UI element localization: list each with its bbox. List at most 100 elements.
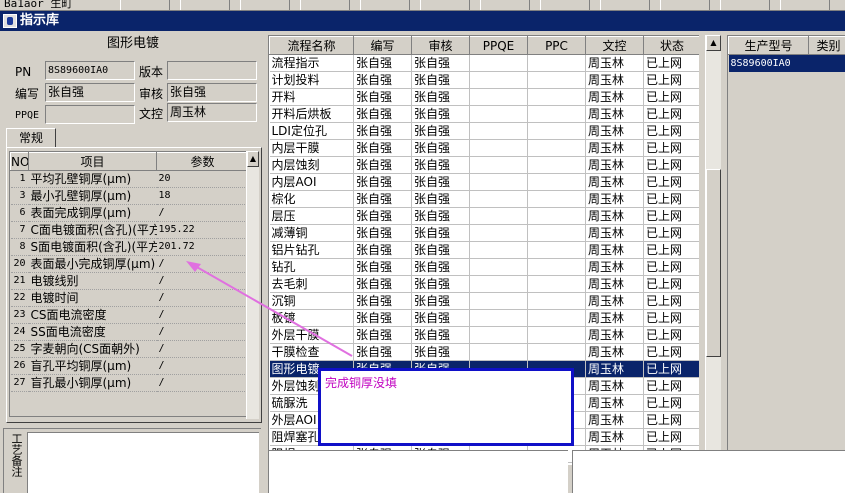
param-row[interactable]: 26 盲孔平均铜厚(μm) / [10, 357, 246, 375]
param-column-header[interactable]: 项目 [28, 152, 157, 171]
toolbar: Ba1aor 生町 [0, 0, 845, 11]
process-column-header[interactable]: PPC [527, 36, 586, 55]
window-titlebar[interactable]: 指示库 [0, 11, 845, 31]
process-row[interactable]: 内层蚀刻 张自强 张自强 周玉林 已上网 [269, 156, 699, 174]
param-value[interactable]: / [156, 374, 246, 392]
toolbar-button[interactable] [300, 0, 350, 10]
product-column-header[interactable]: 类别 [808, 36, 845, 55]
process-column-header[interactable]: PPQE [469, 36, 528, 55]
process-cell: 减薄铜 [269, 224, 354, 242]
process-row[interactable]: 钻孔 张自强 张自强 周玉林 已上网 [269, 258, 699, 276]
param-row[interactable]: 27 盲孔最小铜厚(μm) / [10, 374, 246, 392]
product-column-header[interactable]: 生产型号 [728, 36, 809, 55]
process-row[interactable]: 外层干膜 张自强 张自强 周玉林 已上网 [269, 326, 699, 344]
toolbar-button[interactable] [780, 0, 830, 10]
process-row[interactable]: 干膜检查 张自强 张自强 周玉林 已上网 [269, 343, 699, 361]
scroll-up-icon[interactable]: ▲ [706, 35, 721, 51]
tab-general[interactable]: 常规 [6, 128, 56, 148]
param-value[interactable]: / [156, 289, 246, 307]
process-cell: 周玉林 [585, 326, 644, 344]
toolbar-button[interactable] [480, 0, 530, 10]
process-cell: 周玉林 [585, 411, 644, 429]
process-row[interactable]: 铝片钻孔 张自强 张自强 周玉林 已上网 [269, 241, 699, 259]
param-value[interactable]: 18 [156, 187, 246, 205]
param-value[interactable]: 195.22 [156, 221, 246, 239]
process-row[interactable]: 计划投料 张自强 张自强 周玉林 已上网 [269, 71, 699, 89]
process-row[interactable]: 去毛刺 张自强 张自强 周玉林 已上网 [269, 275, 699, 293]
param-row[interactable]: 22 电镀时间 / [10, 289, 246, 307]
toolbar-button[interactable] [720, 0, 770, 10]
scroll-up-icon[interactable]: ▲ [247, 151, 259, 167]
param-no: 26 [10, 357, 29, 375]
param-value[interactable]: / [156, 357, 246, 375]
version-label: 版本 [139, 65, 164, 79]
param-value[interactable]: / [156, 306, 246, 324]
ppqe-field[interactable] [45, 105, 135, 124]
process-row[interactable]: 板镀 张自强 张自强 周玉林 已上网 [269, 309, 699, 327]
toolbar-button[interactable] [420, 0, 470, 10]
author-field[interactable]: 张自强 [45, 83, 135, 102]
toolbar-button[interactable] [360, 0, 410, 10]
process-column-header[interactable]: 流程名称 [269, 36, 354, 55]
param-no: 22 [10, 289, 29, 307]
toolbar-button[interactable] [540, 0, 590, 10]
param-value[interactable]: 201.72 [156, 238, 246, 256]
process-row[interactable]: LDI定位孔 张自强 张自强 周玉林 已上网 [269, 122, 699, 140]
process-column-header[interactable]: 文控 [585, 36, 644, 55]
process-row[interactable]: 流程指示 张自强 张自强 周玉林 已上网 [269, 54, 699, 72]
param-grid[interactable]: NO 项目 参数 1 平均孔壁铜厚(μm) 20 3 最小孔壁铜厚(μm) 18 6 表面完成铜厚… [9, 151, 247, 417]
param-row[interactable]: 23 CS面电流密度 / [10, 306, 246, 324]
toolbar-button[interactable] [240, 0, 290, 10]
process-row[interactable]: 内层干膜 张自强 张自强 周玉林 已上网 [269, 139, 699, 157]
toolbar-button[interactable] [600, 0, 650, 10]
process-column-header[interactable]: 审核 [411, 36, 470, 55]
process-row[interactable]: 沉铜 张自强 张自强 周玉林 已上网 [269, 292, 699, 310]
param-column-header[interactable]: NO [10, 152, 29, 171]
scroll-thumb[interactable] [706, 169, 721, 357]
notes-input[interactable] [27, 432, 259, 493]
param-value[interactable]: / [156, 340, 246, 358]
param-row[interactable]: 3 最小孔壁铜厚(μm) 18 [10, 187, 246, 205]
param-column-header[interactable]: 参数 [156, 152, 246, 171]
app-icon [3, 14, 17, 28]
process-row[interactable]: 开料后烘板 张自强 张自强 周玉林 已上网 [269, 105, 699, 123]
param-value[interactable]: / [156, 272, 246, 290]
param-value[interactable]: / [156, 255, 246, 273]
process-row[interactable]: 层压 张自强 张自强 周玉林 已上网 [269, 207, 699, 225]
toolbar-button[interactable] [660, 0, 710, 10]
reviewer-field[interactable]: 张自强 [167, 83, 257, 102]
docctrl-field[interactable]: 周玉林 [167, 103, 257, 122]
param-item: 平均孔壁铜厚(μm) [28, 170, 157, 188]
toolbar-button[interactable] [120, 0, 170, 10]
param-row[interactable]: 21 电镀线别 / [10, 272, 246, 290]
param-value[interactable]: / [156, 323, 246, 341]
param-row[interactable]: 8 S面电镀面积(含孔)(平方 201.72 [10, 238, 246, 256]
param-row[interactable]: 20 表面最小完成铜厚(μm) / [10, 255, 246, 273]
param-row[interactable]: 7 C面电镀面积(含孔)(平方 195.22 [10, 221, 246, 239]
process-cell [469, 309, 528, 327]
version-field[interactable] [167, 61, 257, 80]
param-no: 6 [10, 204, 29, 222]
process-cell: 已上网 [643, 71, 699, 89]
param-row[interactable]: 1 平均孔壁铜厚(μm) 20 [10, 170, 246, 188]
process-row[interactable]: 开料 张自强 张自强 周玉林 已上网 [269, 88, 699, 106]
param-row[interactable]: 24 SS面电流密度 / [10, 323, 246, 341]
process-row[interactable]: 内层AOI 张自强 张自强 周玉林 已上网 [269, 173, 699, 191]
param-value[interactable]: / [156, 204, 246, 222]
process-column-header[interactable]: 状态 [643, 36, 699, 55]
toolbar-button[interactable] [180, 0, 230, 10]
param-row[interactable]: 25 字麦朝向(CS面朝外) / [10, 340, 246, 358]
process-row[interactable]: 棕化 张自强 张自强 周玉林 已上网 [269, 190, 699, 208]
product-row[interactable]: 8S89600IA0 [728, 54, 845, 72]
process-row[interactable]: 减薄铜 张自强 张自强 周玉林 已上网 [269, 224, 699, 242]
pn-field[interactable]: 8S89600IA0 [45, 61, 135, 80]
product-grid[interactable]: 生产型号 类别 8S89600IA0 [727, 35, 845, 465]
process-column-header[interactable]: 编写 [353, 36, 412, 55]
process-grid-scrollbar[interactable]: ▲ ▼ [705, 35, 721, 469]
pn-label: PN [15, 65, 32, 79]
param-item: 电镀线别 [28, 272, 157, 290]
param-value[interactable]: 20 [156, 170, 246, 188]
param-row[interactable]: 6 表面完成铜厚(μm) / [10, 204, 246, 222]
process-cell: 已上网 [643, 139, 699, 157]
param-grid-scrollbar[interactable]: ▲ [246, 151, 259, 419]
